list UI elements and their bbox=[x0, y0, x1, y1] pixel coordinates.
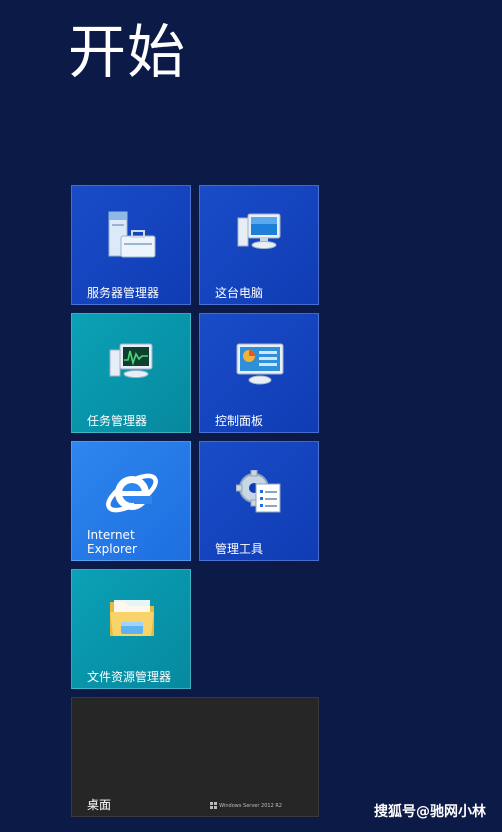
task-manager-icon bbox=[109, 343, 153, 378]
windows-server-mark: Windows Server 2012 R2 bbox=[210, 802, 282, 809]
tile-label: 这台电脑 bbox=[215, 286, 264, 300]
tile-control-panel[interactable]: 控制面板 bbox=[199, 313, 319, 433]
start-title: 开始 bbox=[68, 18, 187, 86]
tile-server-manager[interactable]: 服务器管理器 bbox=[71, 185, 191, 305]
tile-label: 任务管理器 bbox=[87, 414, 148, 428]
windows-server-brand: Windows Server 2012 R2 bbox=[219, 802, 282, 809]
watermark: 搜狐号@驰网小林 bbox=[374, 804, 486, 820]
control-panel-icon bbox=[236, 343, 284, 385]
tile-this-pc[interactable]: 这台电脑 bbox=[199, 185, 319, 305]
tile-label: Internet Explorer bbox=[87, 528, 137, 556]
server-manager-icon bbox=[108, 211, 156, 258]
tile-label: 文件资源管理器 bbox=[87, 670, 172, 684]
tile-label: 控制面板 bbox=[215, 414, 264, 428]
admin-tools-icon bbox=[236, 470, 281, 513]
tile-label: 服务器管理器 bbox=[87, 286, 160, 300]
tile-label: 桌面 bbox=[87, 798, 112, 812]
file-explorer-icon bbox=[110, 600, 154, 636]
internet-explorer-icon bbox=[106, 473, 158, 513]
tile-admin-tools[interactable]: 管理工具 bbox=[199, 441, 319, 561]
tile-task-manager[interactable]: 任务管理器 bbox=[71, 313, 191, 433]
this-pc-icon bbox=[237, 213, 281, 249]
tile-label: 管理工具 bbox=[215, 542, 264, 556]
tile-desktop[interactable]: 桌面 Windows Server 2012 R2 bbox=[71, 697, 319, 817]
windows-logo-icon bbox=[210, 802, 218, 809]
tile-file-explorer[interactable]: 文件资源管理器 bbox=[71, 569, 191, 689]
tile-internet-explorer[interactable]: Internet Explorer bbox=[71, 441, 191, 561]
